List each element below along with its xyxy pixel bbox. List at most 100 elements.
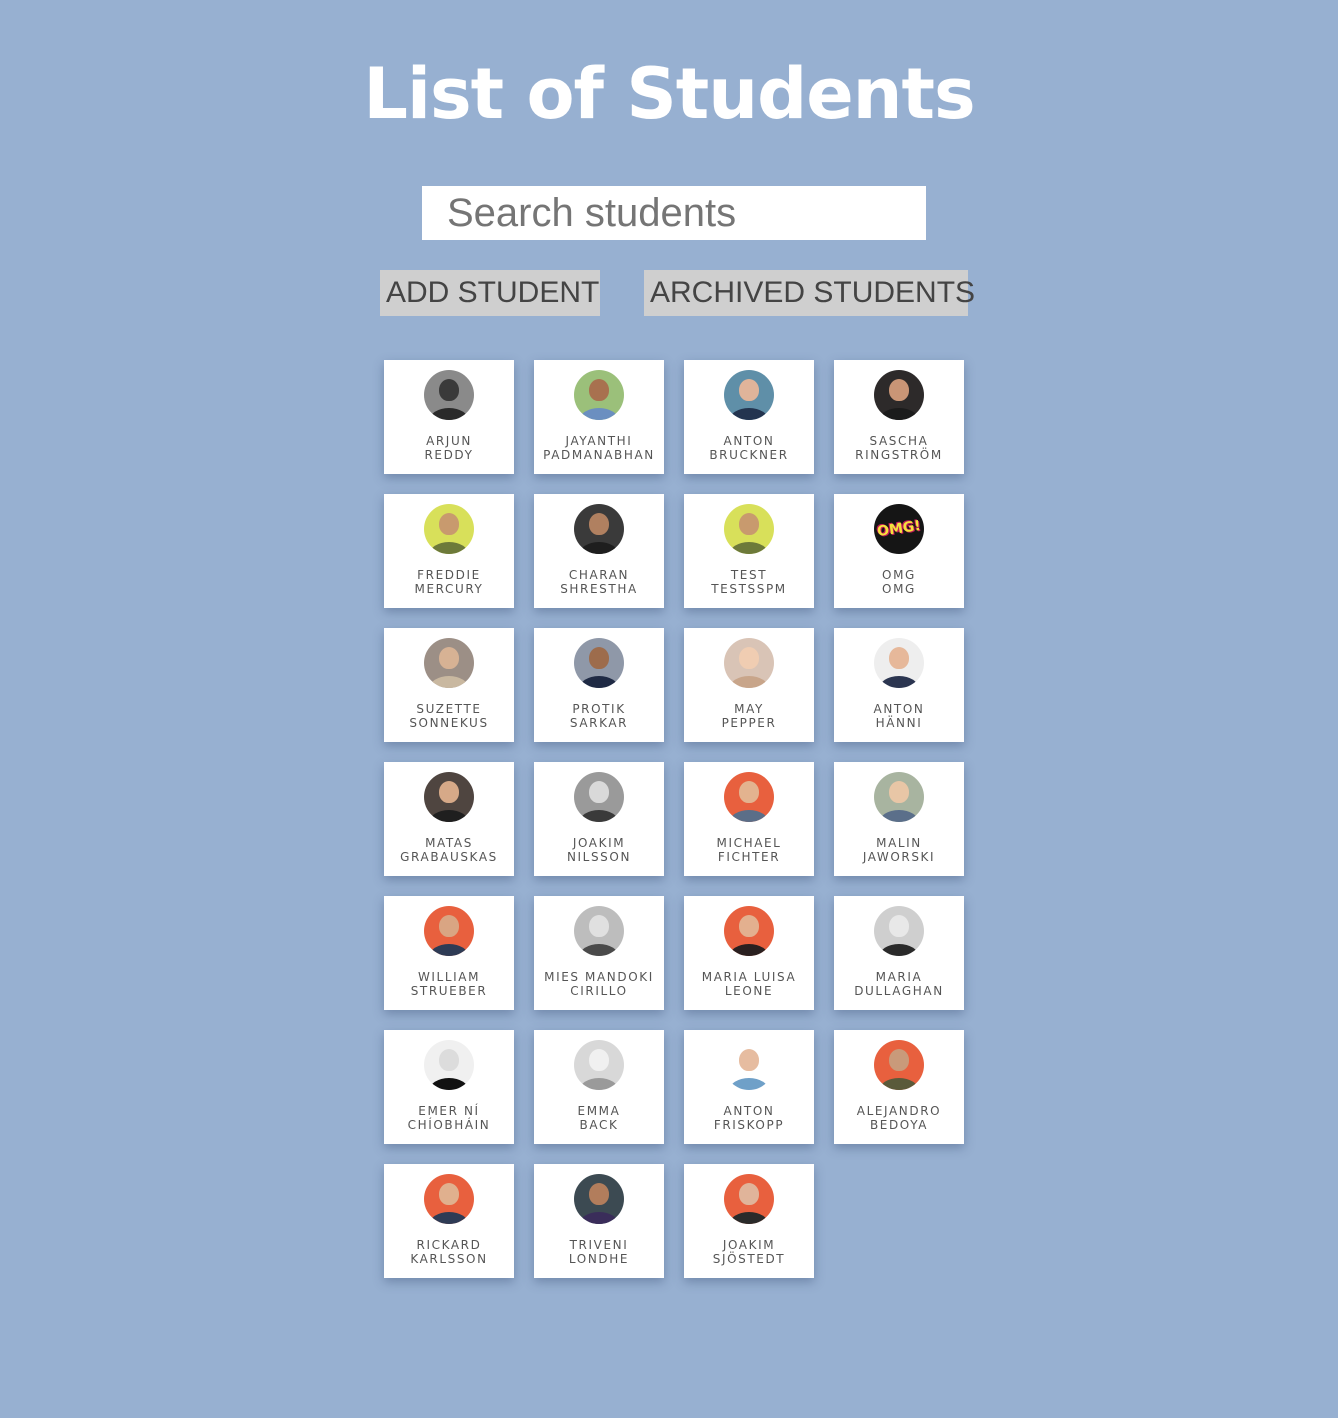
- avatar-shoulders: [879, 676, 919, 688]
- student-card[interactable]: ANTON FRISKOPP: [684, 1030, 814, 1144]
- student-first-name: ANTON: [723, 1104, 775, 1118]
- student-last-name: SARKAR: [569, 716, 629, 730]
- student-name: MATAS GRABAUSKAS: [400, 836, 498, 864]
- avatar: [424, 504, 474, 554]
- student-last-name: RINGSTRÖM: [855, 448, 943, 462]
- archived-students-button[interactable]: ARCHIVED STUDENTS: [644, 270, 975, 316]
- student-card[interactable]: JOAKIM SJÖSTEDT: [684, 1164, 814, 1278]
- avatar-shoulders: [729, 810, 769, 822]
- student-card[interactable]: EMMA BACK: [534, 1030, 664, 1144]
- student-name: ALEJANDRO BEDOYA: [857, 1104, 941, 1132]
- student-card[interactable]: JAYANTHI PADMANABHAN: [534, 360, 664, 474]
- student-last-name: STRUEBER: [410, 984, 488, 998]
- student-card[interactable]: RICKARD KARLSSON: [384, 1164, 514, 1278]
- avatar-head: [439, 513, 459, 535]
- student-card[interactable]: ANTON BRUCKNER: [684, 360, 814, 474]
- avatar-shoulders: [579, 1212, 619, 1224]
- student-card[interactable]: JOAKIM NILSSON: [534, 762, 664, 876]
- avatar-head: [589, 781, 609, 803]
- student-last-name: CHÍOBHÁIN: [407, 1118, 491, 1132]
- student-card[interactable]: FREDDIE MERCURY: [384, 494, 514, 608]
- student-first-name: EMMA: [577, 1104, 621, 1118]
- student-last-name: CIRILLO: [570, 984, 628, 998]
- avatar: [724, 370, 774, 420]
- avatar-shoulders: [879, 810, 919, 822]
- student-card[interactable]: TRIVENI LONDHE: [534, 1164, 664, 1278]
- student-card[interactable]: CHARAN SHRESTHA: [534, 494, 664, 608]
- student-first-name: FREDDIE: [417, 568, 481, 582]
- student-first-name: ANTON: [723, 434, 775, 448]
- avatar-shoulders: [429, 944, 469, 956]
- student-first-name: MALIN: [876, 836, 922, 850]
- student-card[interactable]: MALIN JAWORSKI: [834, 762, 964, 876]
- avatar: [424, 638, 474, 688]
- student-card[interactable]: SUZETTE SONNEKUS: [384, 628, 514, 742]
- student-last-name: JAWORSKI: [862, 850, 936, 864]
- student-card[interactable]: PROTIK SARKAR: [534, 628, 664, 742]
- student-card[interactable]: EMER NÍ CHÍOBHÁIN: [384, 1030, 514, 1144]
- avatar-head: [739, 1049, 759, 1071]
- avatar-shoulders: [879, 944, 919, 956]
- avatar-head: [589, 513, 609, 535]
- student-name: JAYANTHI PADMANABHAN: [543, 434, 655, 462]
- avatar: [724, 1040, 774, 1090]
- student-card[interactable]: MAY PEPPER: [684, 628, 814, 742]
- avatar-shoulders: [729, 944, 769, 956]
- student-name: MICHAEL FICHTER: [717, 836, 782, 864]
- student-first-name: ARJUN: [426, 434, 472, 448]
- student-card[interactable]: SASCHA RINGSTRÖM: [834, 360, 964, 474]
- avatar-head: [439, 1183, 459, 1205]
- student-first-name: SASCHA: [869, 434, 929, 448]
- student-first-name: ANTON: [873, 702, 925, 716]
- student-name: CHARAN SHRESTHA: [560, 568, 638, 596]
- student-name: MALIN JAWORSKI: [863, 836, 935, 864]
- student-card[interactable]: ARJUN REDDY: [384, 360, 514, 474]
- avatar-shoulders: [579, 408, 619, 420]
- student-first-name: WILLIAM: [417, 970, 481, 984]
- student-first-name: TEST: [730, 568, 768, 582]
- student-last-name: OMG: [882, 582, 916, 596]
- student-card[interactable]: ALEJANDRO BEDOYA: [834, 1030, 964, 1144]
- student-name: PROTIK SARKAR: [570, 702, 628, 730]
- student-card[interactable]: MIES MANDOKI CIRILLO: [534, 896, 664, 1010]
- add-student-button[interactable]: ADD STUDENT: [380, 270, 600, 316]
- avatar-head: [739, 379, 759, 401]
- student-last-name: DULLAGHAN: [854, 984, 944, 998]
- student-last-name: MERCURY: [414, 582, 484, 596]
- student-first-name: RICKARD: [416, 1238, 482, 1252]
- avatar-head: [589, 915, 609, 937]
- avatar: [574, 638, 624, 688]
- student-card[interactable]: ANTON HÄNNI: [834, 628, 964, 742]
- avatar-head: [589, 1183, 609, 1205]
- student-card[interactable]: MARIA LUISA LEONE: [684, 896, 814, 1010]
- student-first-name: MICHAEL: [716, 836, 782, 850]
- avatar-shoulders: [579, 944, 619, 956]
- avatar: [574, 370, 624, 420]
- avatar-head: [589, 379, 609, 401]
- avatar-badge-text: OMG!: [876, 518, 922, 540]
- student-first-name: ALEJANDRO: [856, 1104, 942, 1118]
- avatar: [574, 504, 624, 554]
- avatar: [724, 504, 774, 554]
- student-card[interactable]: MARIA DULLAGHAN: [834, 896, 964, 1010]
- avatar-shoulders: [429, 1212, 469, 1224]
- student-card[interactable]: MICHAEL FICHTER: [684, 762, 814, 876]
- avatar-shoulders: [579, 1078, 619, 1090]
- student-last-name: KARLSSON: [410, 1252, 488, 1266]
- avatar: [424, 370, 474, 420]
- student-name: MARIA LUISA LEONE: [702, 970, 797, 998]
- student-last-name: TESTSSPM: [711, 582, 787, 596]
- student-first-name: MARIA: [875, 970, 923, 984]
- avatar-head: [439, 915, 459, 937]
- avatar-head: [739, 781, 759, 803]
- student-card[interactable]: OMG! OMG OMG: [834, 494, 964, 608]
- student-card[interactable]: WILLIAM STRUEBER: [384, 896, 514, 1010]
- avatar-shoulders: [429, 810, 469, 822]
- avatar: [874, 906, 924, 956]
- student-last-name: LONDHE: [568, 1252, 630, 1266]
- search-input[interactable]: [422, 186, 926, 240]
- student-card[interactable]: MATAS GRABAUSKAS: [384, 762, 514, 876]
- student-last-name: PADMANABHAN: [543, 448, 655, 462]
- student-last-name: BRUCKNER: [709, 448, 789, 462]
- student-card[interactable]: TEST TESTSSPM: [684, 494, 814, 608]
